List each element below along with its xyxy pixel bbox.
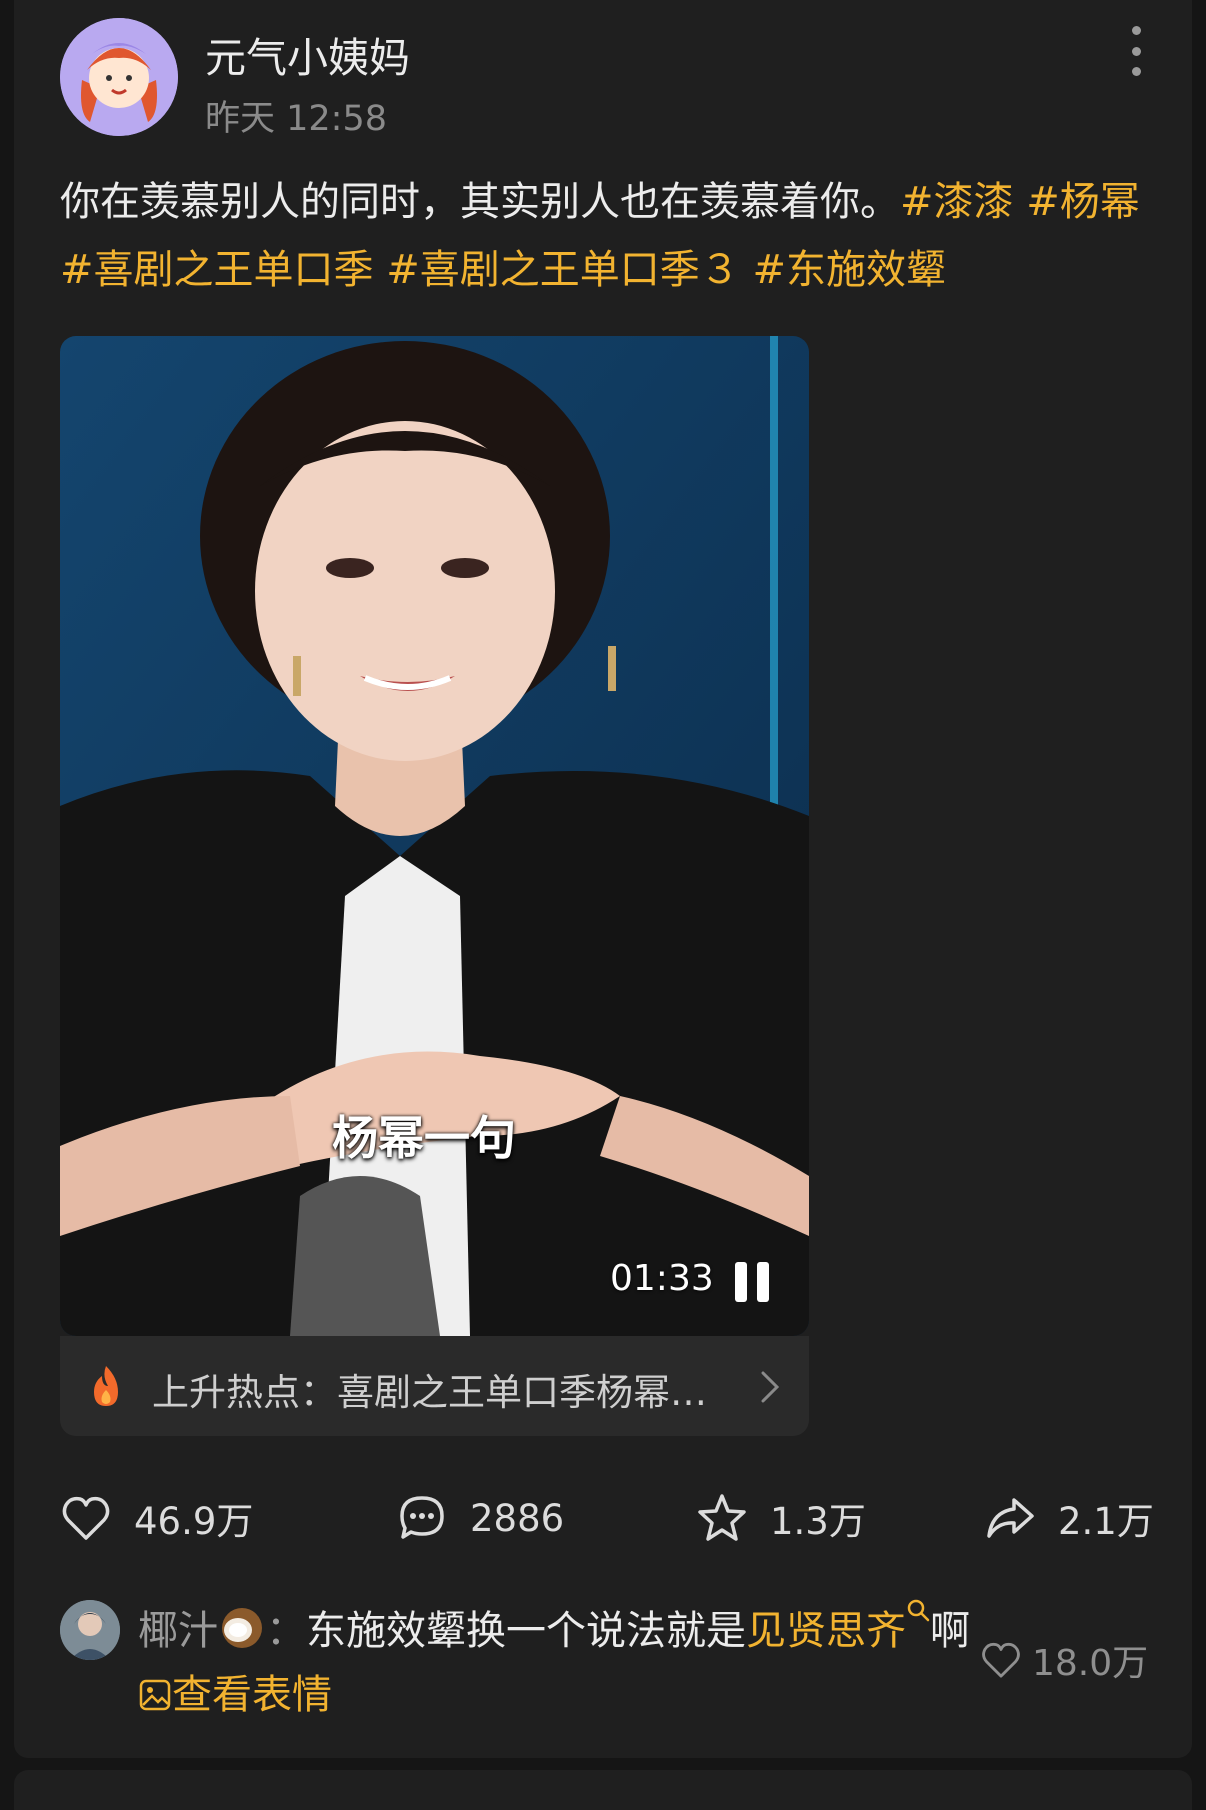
comment-separator: ： (266, 1608, 306, 1654)
comment-like-button[interactable]: 18.0万 (980, 1634, 1148, 1686)
post-body: 你在羡慕别人的同时，其实别人也在羡慕着你。 (60, 179, 900, 225)
search-icon[interactable] (906, 1598, 930, 1622)
comment-text: 东施效颦换一个说法就是 (306, 1608, 746, 1654)
favorite-count: 1.3万 (770, 1500, 866, 1543)
more-icon[interactable] (1118, 26, 1154, 76)
hashtag[interactable]: #东施效颦 (752, 247, 946, 293)
star-icon (698, 1494, 746, 1541)
share-button[interactable]: 2.1万 (984, 1488, 1154, 1548)
video-subtitle: 杨幂一句 (332, 1111, 516, 1165)
hashtag[interactable]: #喜剧之王单口季 (60, 247, 374, 293)
comment-button[interactable]: 2886 (396, 1488, 564, 1548)
next-card-edge (14, 1770, 1192, 1810)
post-time: 昨天 12:58 (205, 99, 387, 139)
comment-icon (400, 1496, 444, 1539)
fire-icon (94, 1366, 118, 1406)
author-name[interactable]: 元气小姨妈 (205, 24, 410, 84)
hashtag[interactable]: #漆漆 (900, 179, 1014, 225)
like-count: 46.9万 (134, 1500, 254, 1543)
video-player[interactable]: 杨幂一句 01:33 (60, 336, 809, 1336)
pause-icon[interactable] (735, 1262, 775, 1302)
action-bar: 46.9万 2886 1.3万 2.1万 (60, 1488, 1160, 1548)
hot-topic-bar[interactable]: 上升热点：喜剧之王单口季杨幂… (60, 1336, 809, 1436)
hot-topic-text: 上升热点：喜剧之王单口季杨幂… (152, 1371, 707, 1414)
favorite-button[interactable]: 1.3万 (696, 1488, 866, 1548)
comment-count: 2886 (470, 1496, 565, 1540)
heart-icon (62, 1496, 110, 1540)
comment-text-tail: 啊 (930, 1608, 970, 1654)
sticker-icon[interactable] (138, 1678, 172, 1712)
comment-like-count: 18.0万 (1032, 1643, 1149, 1684)
view-sticker-link[interactable]: 查看表情 (172, 1672, 332, 1718)
hashtag[interactable]: #喜剧之王单口季３ (386, 247, 740, 293)
comment-avatar[interactable] (60, 1600, 120, 1660)
video-frame (60, 336, 809, 1336)
video-duration: 01:33 (610, 1258, 714, 1299)
comment-user[interactable]: 椰汁 (138, 1608, 218, 1654)
author-avatar[interactable] (60, 18, 178, 136)
chevron-right-icon (761, 1371, 780, 1403)
share-count: 2.1万 (1058, 1500, 1154, 1543)
search-link[interactable]: 见贤思齐 (746, 1608, 906, 1654)
like-button[interactable]: 46.9万 (60, 1488, 253, 1548)
share-icon (987, 1498, 1034, 1538)
post-text: 你在羡慕别人的同时，其实别人也在羡慕着你。#漆漆 #杨幂 #喜剧之王单口季 #喜… (60, 168, 1150, 304)
hashtag[interactable]: #杨幂 (1026, 179, 1140, 225)
coconut-icon (222, 1608, 262, 1648)
heart-icon (982, 1642, 1020, 1678)
top-comment: 椰汁 ：东施效颦换一个说法就是见贤思齐 啊 查看表情 (138, 1598, 978, 1727)
